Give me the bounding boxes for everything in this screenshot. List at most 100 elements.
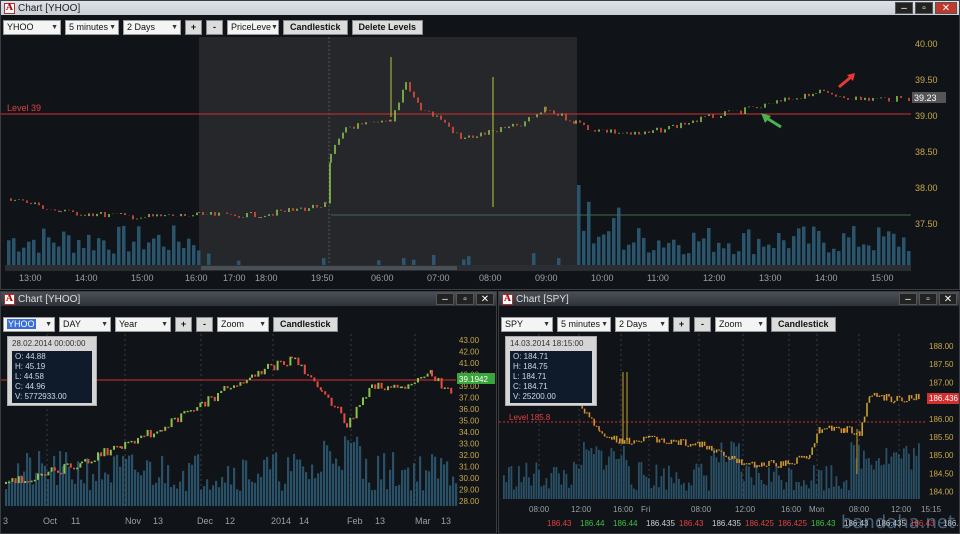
candle — [297, 357, 300, 366]
candle — [846, 426, 848, 433]
volume-bar — [140, 475, 143, 506]
candle — [426, 373, 429, 377]
minimize-icon[interactable]: ‒ — [899, 293, 917, 305]
zoom-in-button[interactable]: + — [185, 19, 202, 35]
volume-bar — [119, 466, 122, 506]
maximize-icon[interactable]: ▫ — [456, 293, 474, 305]
volume-bar — [742, 233, 746, 265]
y-tick-label: 29.00 — [459, 486, 480, 495]
delete-levels-button[interactable]: Delete Levels — [351, 19, 424, 35]
candle — [113, 445, 115, 450]
volume-bar — [598, 449, 600, 499]
zoom-out-button[interactable]: - — [206, 19, 223, 35]
candle — [835, 426, 838, 429]
volume-bar — [47, 479, 50, 506]
volume-bar — [620, 455, 623, 499]
volume-bar — [335, 458, 338, 506]
candlestick-button[interactable]: Candlestick — [273, 316, 338, 332]
zoom-out-button[interactable]: - — [694, 316, 711, 332]
range-select[interactable]: 2 Days ▼ — [123, 19, 181, 35]
minimize-icon[interactable]: ‒ — [436, 293, 454, 305]
candle — [668, 442, 670, 445]
volume-bar — [322, 258, 326, 265]
candle — [885, 393, 888, 401]
interval-select[interactable]: 5 minutes ▼ — [65, 19, 119, 35]
minimize-icon[interactable]: ‒ — [895, 2, 913, 14]
candle — [908, 395, 910, 401]
candle — [343, 413, 346, 424]
candle — [859, 431, 861, 436]
close-icon[interactable]: ✕ — [935, 2, 957, 14]
symbol-select[interactable]: YHOO ▼ — [3, 19, 61, 35]
maximize-icon[interactable]: ▫ — [915, 2, 933, 14]
close-icon[interactable]: ✕ — [939, 293, 957, 305]
candle — [701, 441, 703, 448]
volume-bar — [104, 472, 107, 506]
x-tick-label: 06:00 — [371, 273, 394, 283]
volume-bar — [580, 464, 583, 499]
volume-bar — [59, 451, 62, 506]
volume-bar — [207, 253, 211, 265]
volume-bar — [810, 480, 813, 499]
candle — [24, 481, 27, 483]
volume-bar — [680, 484, 683, 499]
interval-select[interactable]: DAY ▼ — [59, 316, 111, 332]
candle — [628, 437, 631, 445]
volume-bar — [344, 436, 347, 506]
volume-bar — [873, 469, 875, 499]
zoom-select[interactable]: Zoom ▼ — [715, 316, 767, 332]
volume-bar — [350, 442, 353, 506]
volume-bar — [668, 465, 670, 499]
volume-bar — [632, 242, 636, 265]
volume-bar — [817, 230, 821, 265]
candle — [423, 376, 426, 379]
left-chart-titlebar[interactable]: A Chart [YHOO] ‒ ▫ ✕ — [1, 292, 496, 306]
top-chart-titlebar[interactable]: A Chart [YHOO] ‒ ▫ ✕ — [1, 1, 959, 15]
right-chart-titlebar[interactable]: A Chart [SPY] ‒ ▫ ✕ — [499, 292, 959, 306]
level-label: Level 39 — [7, 103, 41, 113]
symbol-select[interactable]: SPY ▼ — [501, 316, 553, 332]
candle — [226, 386, 229, 389]
close-icon[interactable]: ✕ — [476, 293, 494, 305]
zoom-value: Zoom — [719, 319, 743, 329]
x-tick-label: 3 — [3, 516, 8, 526]
interval-value: DAY — [63, 319, 81, 329]
volume-bar — [880, 465, 883, 499]
candle — [410, 383, 413, 386]
volume-bar — [137, 472, 140, 506]
candle — [404, 386, 407, 389]
volume-bar — [590, 447, 593, 499]
candle — [229, 387, 232, 390]
maximize-icon[interactable]: ▫ — [919, 293, 937, 305]
candlestick-button[interactable]: Candlestick — [771, 316, 836, 332]
volume-bar — [431, 454, 434, 506]
volume-bar — [74, 483, 77, 506]
zoom-in-button[interactable]: + — [175, 316, 192, 332]
candle — [733, 455, 736, 459]
indicator-select[interactable]: PriceLeve ▼ — [227, 19, 279, 35]
candlestick-button[interactable]: Candlestick — [283, 19, 348, 35]
candle — [324, 391, 327, 395]
symbol-select[interactable]: YHOO ▼ — [3, 316, 55, 332]
volume-bar — [765, 485, 768, 499]
x-tick-label: 09:00 — [535, 273, 558, 283]
top-price-chart[interactable]: 40.00 39.50 39.00 38.50 38.00 37.50 Level 39 39… — [1, 37, 959, 287]
candle — [330, 397, 333, 406]
candle — [675, 440, 677, 442]
volume-bar — [152, 238, 156, 265]
candle — [201, 401, 203, 404]
zoom-select[interactable]: Zoom ▼ — [217, 316, 269, 332]
volume-bar — [323, 440, 326, 506]
interval-select[interactable]: 5 minutes ▼ — [557, 316, 611, 332]
range-select[interactable]: Year ▼ — [115, 316, 171, 332]
candle — [780, 461, 782, 468]
range-select[interactable]: 2 Days ▼ — [615, 316, 669, 332]
volume-bar — [553, 467, 555, 499]
zoom-in-button[interactable]: + — [673, 316, 690, 332]
volume-bar — [550, 472, 553, 499]
candle — [706, 445, 708, 450]
volume-bar — [72, 252, 76, 265]
zoom-out-button[interactable]: - — [196, 316, 213, 332]
candle — [294, 357, 297, 360]
candle — [765, 465, 768, 467]
